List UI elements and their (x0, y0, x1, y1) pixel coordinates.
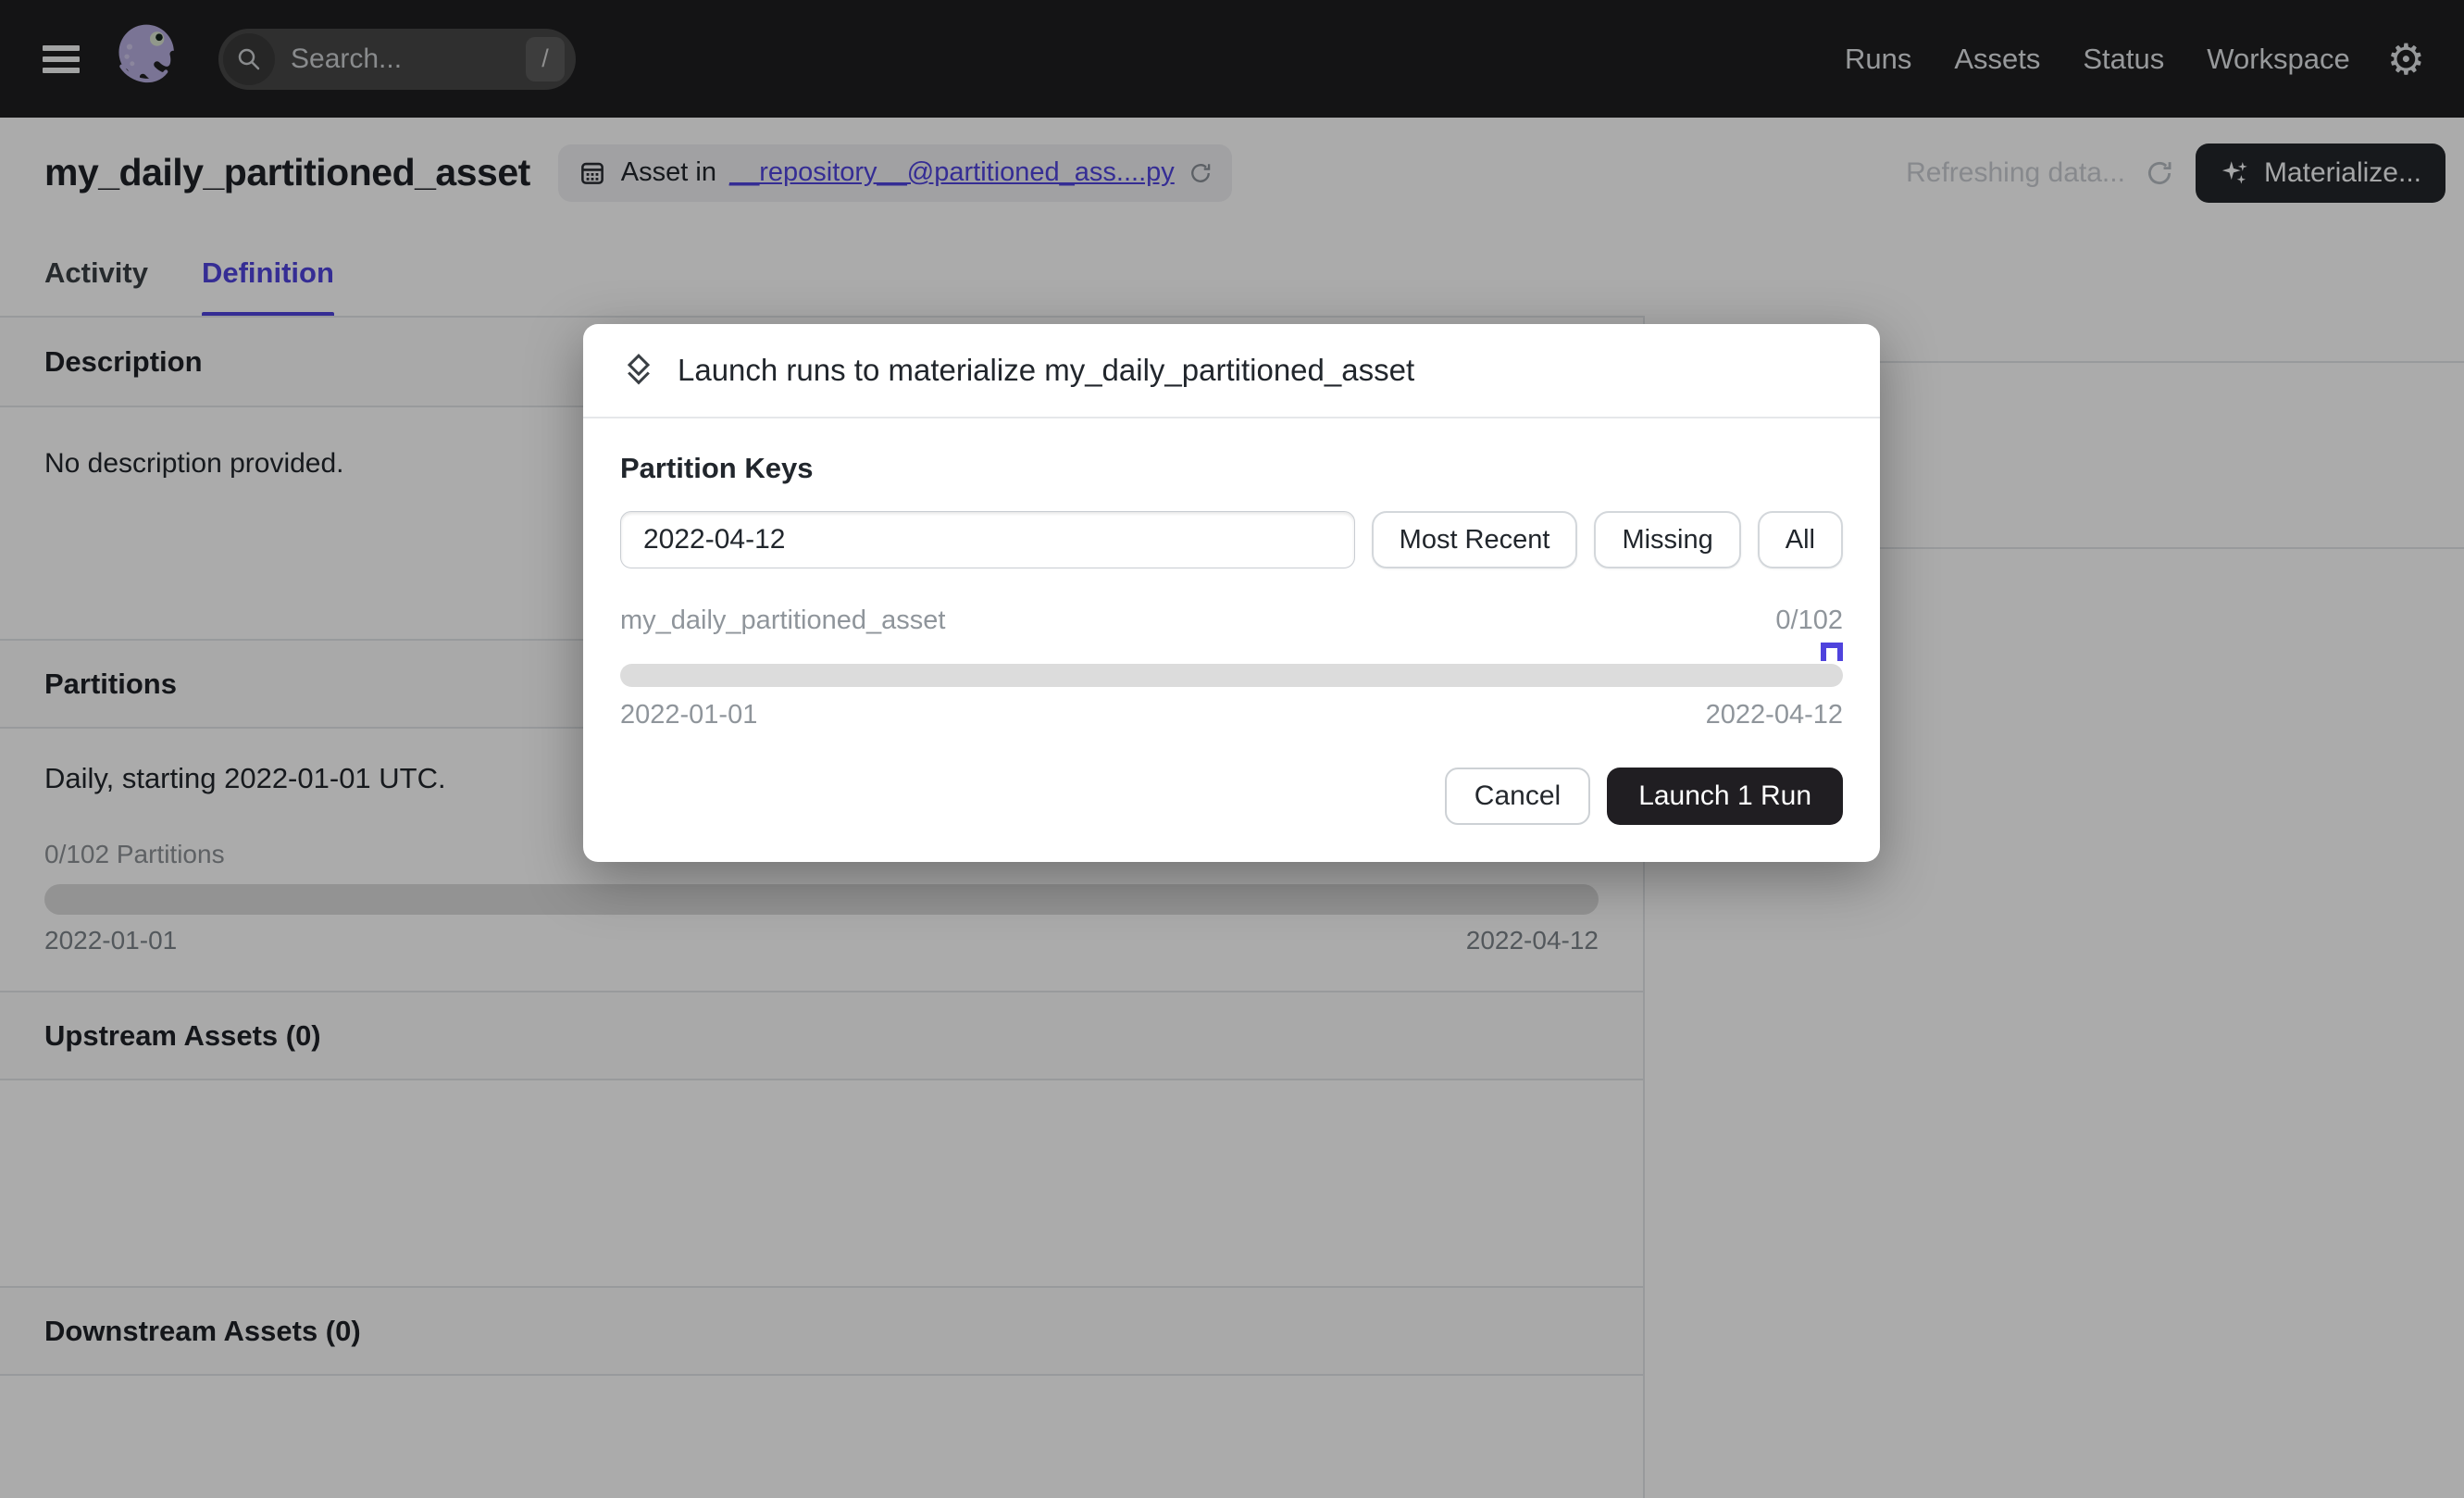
partition-keys-label: Partition Keys (620, 452, 1843, 485)
missing-button[interactable]: Missing (1594, 511, 1740, 568)
modal-body: Partition Keys Most Recent Missing All m… (583, 418, 1880, 730)
selected-partition-marker (1821, 643, 1843, 661)
modal-range-end: 2022-04-12 (1706, 700, 1843, 730)
app-screen: Search... / Runs Assets Status Workspace… (0, 0, 2464, 1498)
cancel-button[interactable]: Cancel (1445, 768, 1590, 825)
modal-header: Launch runs to materialize my_daily_part… (583, 324, 1880, 418)
most-recent-button[interactable]: Most Recent (1372, 511, 1578, 568)
modal-title: Launch runs to materialize my_daily_part… (678, 353, 1414, 388)
all-button[interactable]: All (1758, 511, 1843, 568)
modal-range-start: 2022-01-01 (620, 700, 757, 730)
partition-key-input[interactable] (620, 511, 1355, 568)
modal-partition-bar[interactable] (620, 664, 1843, 687)
modal-asset-name: my_daily_partitioned_asset (620, 605, 945, 636)
modal-footer: Cancel Launch 1 Run (583, 730, 1880, 862)
materialize-layers-icon (620, 352, 657, 389)
launch-run-button[interactable]: Launch 1 Run (1607, 768, 1843, 825)
modal-partition-count: 0/102 (1775, 605, 1843, 636)
launch-runs-modal: Launch runs to materialize my_daily_part… (583, 324, 1880, 862)
